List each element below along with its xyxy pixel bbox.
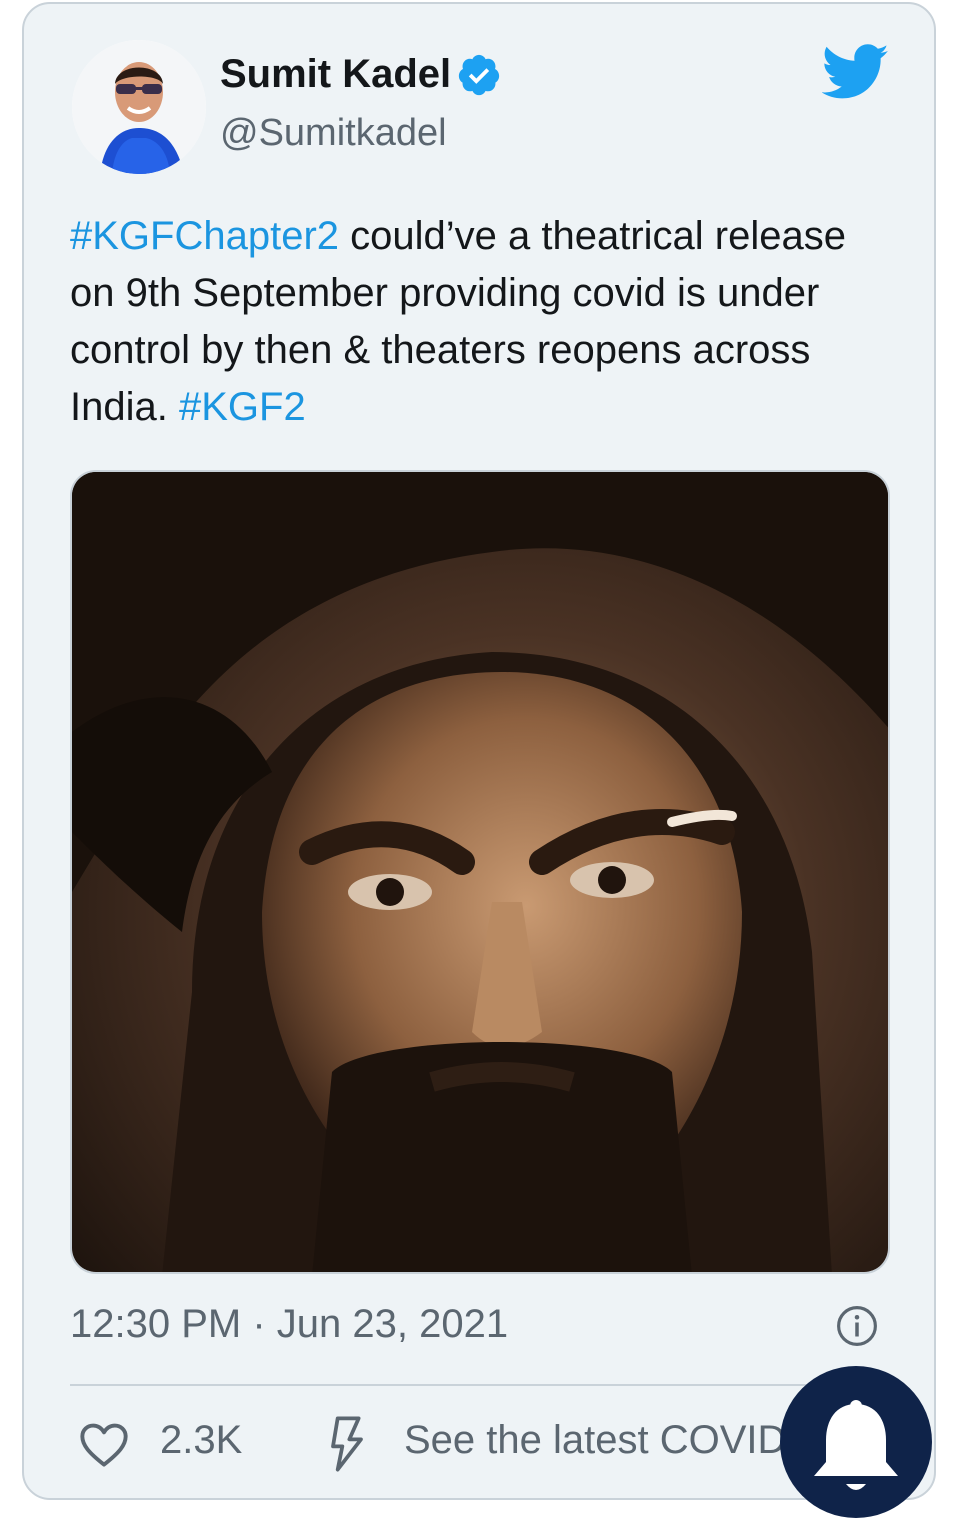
- hashtag-kgfchapter2[interactable]: #KGFChapter2: [70, 214, 339, 258]
- bell-icon: [814, 1400, 898, 1490]
- heart-icon[interactable]: [78, 1420, 130, 1468]
- author-handle[interactable]: @Sumitkadel: [220, 112, 447, 155]
- covid-info-link[interactable]: See the latest COVID: [404, 1418, 786, 1463]
- media-photo: [72, 472, 888, 1272]
- hashtag-kgf2[interactable]: #KGF2: [179, 385, 306, 429]
- notification-button[interactable]: [780, 1366, 932, 1518]
- author-name[interactable]: Sumit Kadel: [220, 52, 451, 97]
- avatar[interactable]: [72, 40, 206, 174]
- lightning-icon[interactable]: [328, 1416, 366, 1472]
- avatar-photo: [72, 40, 206, 174]
- verified-badge-icon: [458, 54, 500, 96]
- divider: [70, 1384, 900, 1386]
- tweet-timestamp[interactable]: 12:30 PM · Jun 23, 2021: [70, 1302, 508, 1347]
- like-count[interactable]: 2.3K: [160, 1418, 242, 1463]
- tweet-media[interactable]: [70, 470, 890, 1274]
- tweet-text: #KGFChapter2 could’ve a theatrical relea…: [70, 208, 900, 436]
- twitter-bird-icon[interactable]: [822, 44, 890, 100]
- info-icon[interactable]: [836, 1305, 878, 1347]
